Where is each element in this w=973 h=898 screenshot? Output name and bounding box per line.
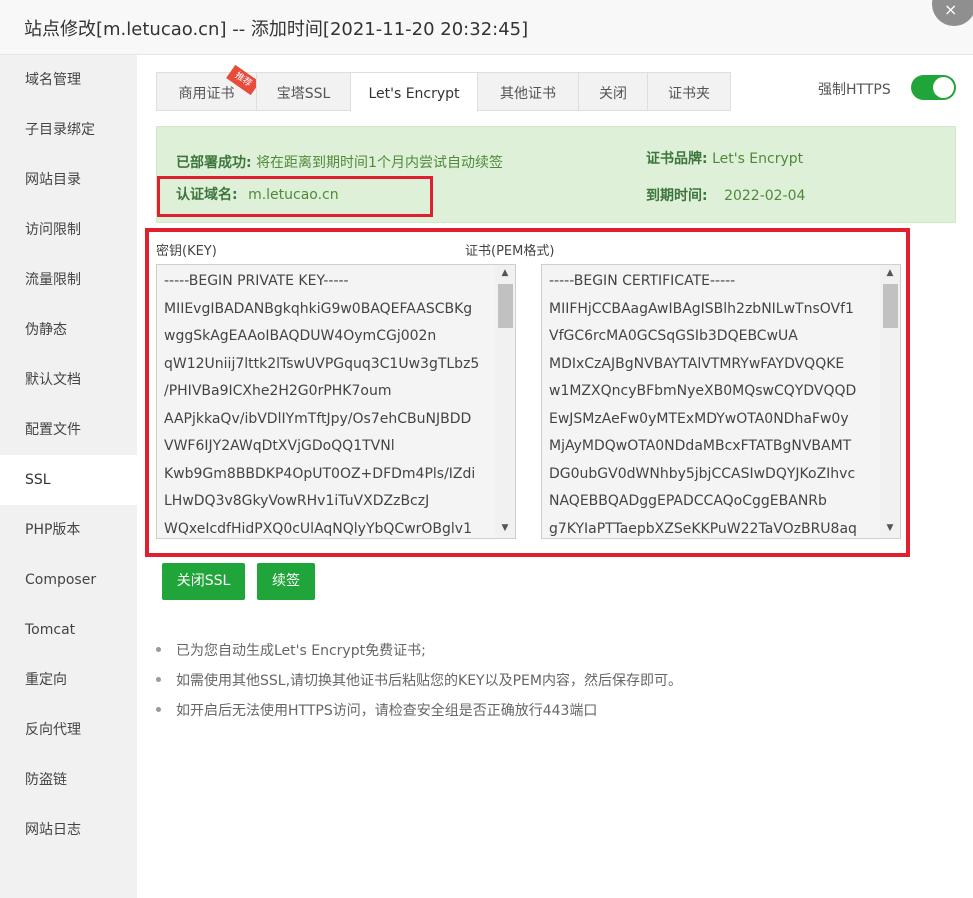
sidebar-item-traffic-limit[interactable]: 流量限制 xyxy=(0,255,137,305)
bullet-icon xyxy=(156,647,161,652)
sidebar-item-access-restriction[interactable]: 访问限制 xyxy=(0,205,137,255)
bullet-icon xyxy=(156,707,161,712)
sidebar-item-domain-management[interactable]: 域名管理 xyxy=(0,55,137,105)
force-https-label: 强制HTTPS xyxy=(818,82,891,98)
tab-baota-ssl[interactable]: 宝塔SSL xyxy=(256,72,351,111)
deploy-status-value: 将在距离到期时间1个月内尝试自动续签 xyxy=(256,155,503,171)
sidebar-item-config-file[interactable]: 配置文件 xyxy=(0,405,137,455)
close-ssl-button[interactable]: 关闭SSL xyxy=(162,563,245,600)
dialog-title: 站点修改[m.letucao.cn] -- 添加时间[2021-11-20 20… xyxy=(24,19,529,40)
cert-brand: 证书品牌: Let's Encrypt xyxy=(646,148,803,168)
sidebar-item-ssl[interactable]: SSL xyxy=(0,455,137,505)
sidebar-item-default-document[interactable]: 默认文档 xyxy=(0,355,137,405)
tab-lets-encrypt[interactable]: Let's Encrypt xyxy=(350,72,478,112)
renew-button[interactable]: 续签 xyxy=(257,563,315,600)
bullet-icon xyxy=(156,677,161,682)
tip-text: 如开启后无法使用HTTPS访问，请检查安全组是否正确放行443端口 xyxy=(176,703,598,719)
cert-expiry-value: 2022-02-04 xyxy=(724,188,806,204)
dialog-titlebar: 站点修改[m.letucao.cn] -- 添加时间[2021-11-20 20… xyxy=(0,0,973,55)
sidebar-item-site-directory[interactable]: 网站目录 xyxy=(0,155,137,205)
cert-expiry: 到期时间: 2022-02-04 xyxy=(646,185,805,205)
sidebar-item-hotlink-protection[interactable]: 防盗链 xyxy=(0,755,137,805)
tip-text: 已为您自动生成Let's Encrypt免费证书; xyxy=(176,643,426,659)
sidebar-item-redirect[interactable]: 重定向 xyxy=(0,655,137,705)
domain-highlight-frame xyxy=(157,176,433,217)
deploy-status-label: 已部署成功: xyxy=(176,155,252,171)
sidebar-item-subdirectory-binding[interactable]: 子目录绑定 xyxy=(0,105,137,155)
tab-commercial-cert[interactable]: 商用证书 推荐 xyxy=(156,64,260,111)
sidebar-item-tomcat[interactable]: Tomcat xyxy=(0,605,137,655)
force-https-toggle[interactable] xyxy=(911,75,956,100)
key-cert-highlight-frame xyxy=(145,228,910,557)
settings-sidebar: 域名管理 子目录绑定 网站目录 访问限制 流量限制 伪静态 默认文档 配置文件 … xyxy=(0,55,137,898)
tab-label: 商用证书 xyxy=(178,86,235,102)
cert-brand-label: 证书品牌: xyxy=(646,151,708,167)
tab-close[interactable]: 关闭 xyxy=(578,72,648,111)
deploy-status: 已部署成功: 将在距离到期时间1个月内尝试自动续签 xyxy=(176,152,503,172)
cert-expiry-label: 到期时间: xyxy=(646,188,708,204)
tab-cert-folder[interactable]: 证书夹 xyxy=(647,72,731,111)
sidebar-item-php-version[interactable]: PHP版本 xyxy=(0,505,137,555)
close-icon: × xyxy=(944,0,958,19)
sidebar-item-reverse-proxy[interactable]: 反向代理 xyxy=(0,705,137,755)
sidebar-item-site-logs[interactable]: 网站日志 xyxy=(0,805,137,855)
sidebar-item-composer[interactable]: Composer xyxy=(0,555,137,605)
toggle-knob xyxy=(933,77,954,98)
close-button[interactable]: × xyxy=(932,0,973,26)
tip-text: 如需使用其他SSL,请切换其他证书后粘贴您的KEY以及PEM内容，然后保存即可。 xyxy=(176,673,682,689)
cert-brand-value: Let's Encrypt xyxy=(712,151,804,167)
tab-other-cert[interactable]: 其他证书 xyxy=(477,72,579,111)
sidebar-item-rewrite[interactable]: 伪静态 xyxy=(0,305,137,355)
